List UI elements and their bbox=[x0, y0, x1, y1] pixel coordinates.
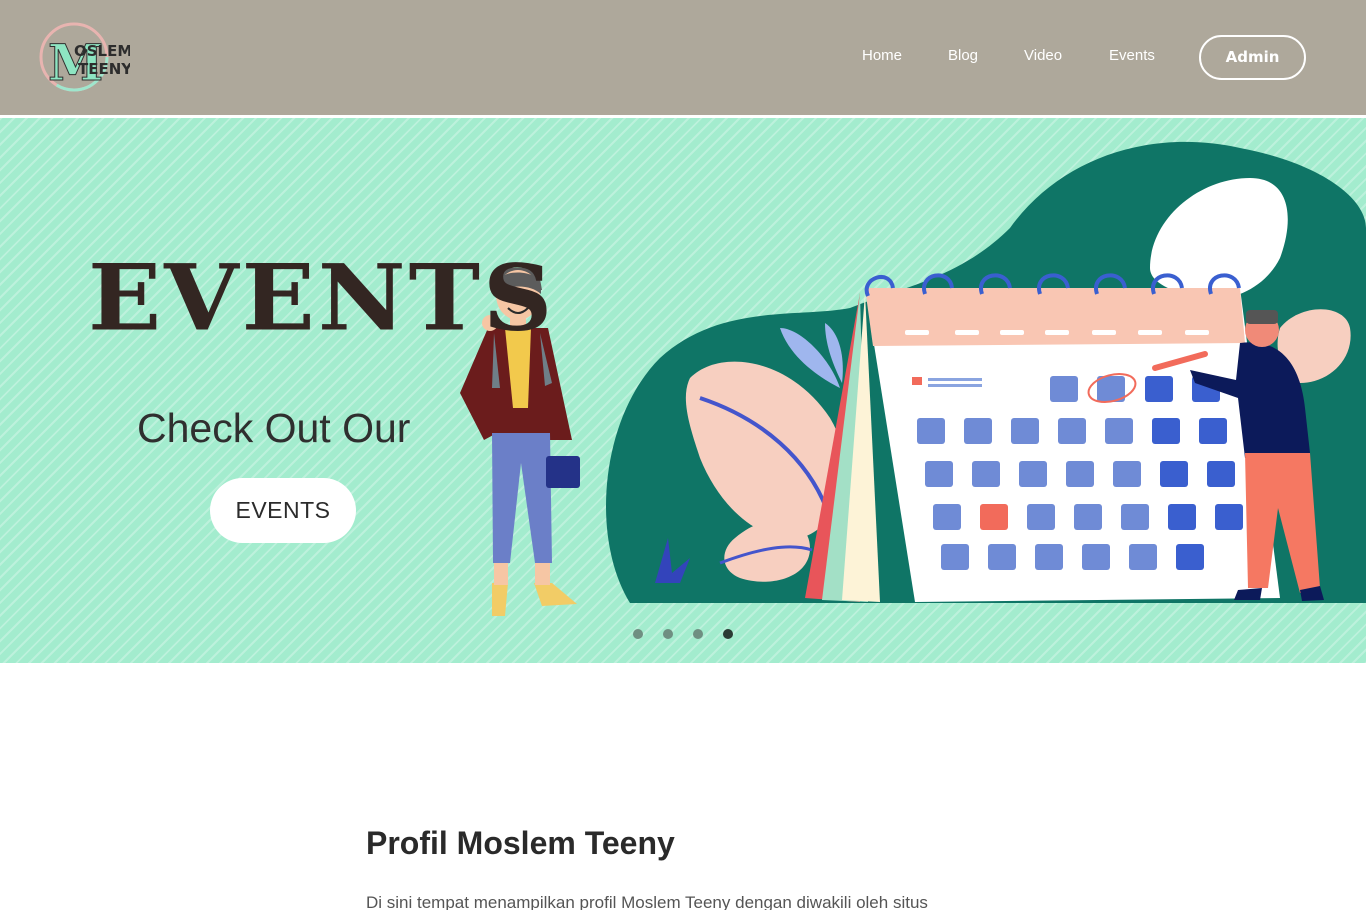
logo-icon: M OSLEM TEENY bbox=[39, 22, 133, 93]
carousel-dot-3[interactable] bbox=[693, 629, 703, 639]
nav-video[interactable]: Video bbox=[1024, 47, 1062, 64]
hero-title: EVENTS bbox=[88, 243, 556, 352]
hero-carousel: EVENTS Check Out Our EVENTS bbox=[0, 118, 1366, 663]
events-cta-button[interactable]: EVENTS bbox=[210, 478, 356, 543]
events-illustration bbox=[460, 141, 1366, 616]
logo-text-bottom: TEENY bbox=[78, 60, 130, 78]
brand-logo[interactable]: M OSLEM TEENY bbox=[38, 22, 133, 93]
carousel-dot-1[interactable] bbox=[633, 629, 643, 639]
profile-heading: Profil Moslem Teeny bbox=[366, 825, 675, 861]
nav-home[interactable]: Home bbox=[862, 47, 902, 64]
logo-text-top: OSLEM bbox=[74, 42, 130, 60]
admin-button[interactable]: Admin bbox=[1199, 35, 1306, 80]
nav-events[interactable]: Events bbox=[1109, 47, 1155, 64]
hero-subtitle: Check Out Our bbox=[137, 405, 411, 451]
carousel-dot-4[interactable] bbox=[723, 629, 733, 639]
calendar-header bbox=[865, 288, 1245, 346]
header-bar: M OSLEM TEENY Home Blog Video Events Adm… bbox=[0, 0, 1366, 115]
nav-blog[interactable]: Blog bbox=[948, 47, 978, 64]
profile-description: Di sini tempat menampilkan profil Moslem… bbox=[366, 893, 928, 910]
carousel-dot-2[interactable] bbox=[663, 629, 673, 639]
